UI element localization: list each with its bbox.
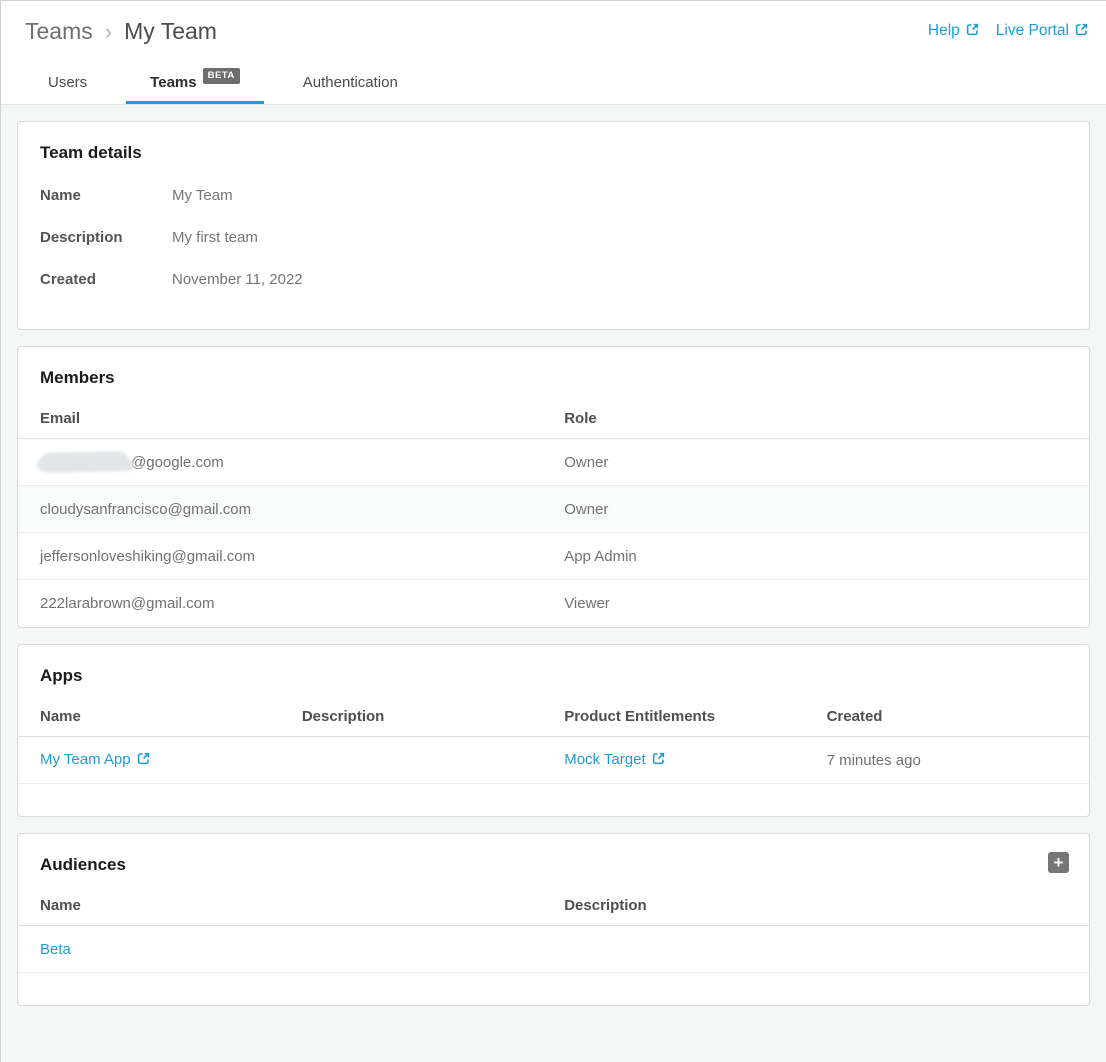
tab-authentication[interactable]: Authentication — [279, 64, 422, 104]
audiences-table-header: Name Description — [18, 881, 1089, 926]
app-link-label: My Team App — [40, 751, 131, 768]
table-row: Beta — [18, 926, 1089, 973]
column-header-description: Description — [564, 881, 1089, 925]
members-title: Members — [18, 347, 1089, 394]
team-details-title: Team details — [18, 122, 1089, 169]
app-link[interactable]: My Team App — [40, 751, 151, 768]
member-email: jeffersonloveshiking@gmail.com — [18, 548, 564, 565]
plus-icon: + — [1054, 853, 1064, 872]
beta-badge: BETA — [203, 68, 240, 84]
member-email-text: @google.com — [131, 454, 224, 471]
breadcrumb: Teams › My Team — [25, 18, 217, 45]
header-links: Help Live Portal — [928, 22, 1089, 42]
team-details-card: Team details Name My Team Description My… — [17, 121, 1090, 330]
tab-users-label: Users — [48, 74, 87, 91]
app-product-entitlements-cell: Mock Target — [564, 751, 826, 770]
page: Teams › My Team Help Live Portal Users T… — [0, 0, 1106, 1062]
app-created-cell: 7 minutes ago — [827, 752, 1089, 769]
member-email: @google.com — [18, 452, 564, 472]
audiences-table-footer — [18, 973, 1089, 1005]
audiences-title: Audiences — [18, 834, 1089, 881]
table-row: @google.com Owner — [18, 439, 1089, 486]
tab-users[interactable]: Users — [24, 64, 111, 104]
breadcrumb-teams-link[interactable]: Teams — [25, 18, 93, 45]
audience-link[interactable]: Beta — [40, 941, 71, 958]
field-row-description: Description My first team — [40, 217, 1067, 259]
column-header-description: Description — [302, 692, 564, 736]
product-entitlement-link-label: Mock Target — [564, 751, 645, 768]
field-value: November 11, 2022 — [172, 271, 303, 288]
column-header-name: Name — [18, 692, 302, 736]
redacted-text — [40, 451, 128, 473]
apps-title: Apps — [18, 645, 1089, 692]
add-audience-button[interactable]: + — [1048, 852, 1069, 873]
field-label: Created — [40, 271, 172, 288]
apps-table-header: Name Description Product Entitlements Cr… — [18, 692, 1089, 737]
external-link-icon — [136, 751, 151, 770]
field-label: Description — [40, 229, 172, 246]
field-label: Name — [40, 187, 172, 204]
apps-card: Apps Name Description Product Entitlemen… — [17, 644, 1090, 817]
table-row: jeffersonloveshiking@gmail.com App Admin — [18, 533, 1089, 580]
column-header-product-entitlements: Product Entitlements — [564, 692, 826, 736]
table-row: 222larabrown@gmail.com Viewer — [18, 580, 1089, 627]
members-table-header: Email Role — [18, 394, 1089, 439]
external-link-icon — [1074, 22, 1089, 42]
member-role: Owner — [564, 501, 1089, 518]
help-link-label: Help — [928, 22, 960, 39]
column-header-created: Created — [827, 692, 1089, 736]
apps-table-footer — [18, 784, 1089, 816]
tab-authentication-label: Authentication — [303, 74, 398, 91]
table-row: My Team App Mock Target 7 minutes ago — [18, 737, 1089, 784]
tab-bar: Users Teams BETA Authentication — [24, 64, 437, 104]
column-header-name: Name — [18, 881, 564, 925]
live-portal-link-label: Live Portal — [996, 22, 1069, 39]
member-email: 222larabrown@gmail.com — [18, 595, 564, 612]
team-details-fields: Name My Team Description My first team C… — [18, 169, 1089, 329]
tab-teams-label: Teams — [150, 74, 196, 91]
external-link-icon — [965, 22, 980, 42]
tab-teams[interactable]: Teams BETA — [126, 64, 264, 104]
help-link[interactable]: Help — [928, 22, 980, 42]
table-row: cloudysanfrancisco@gmail.com Owner — [18, 486, 1089, 533]
app-name-cell: My Team App — [18, 751, 302, 770]
field-row-created: Created November 11, 2022 — [40, 259, 1067, 301]
field-value: My Team — [172, 187, 233, 204]
page-title: My Team — [124, 18, 217, 45]
top-header: Teams › My Team Help Live Portal Users T… — [1, 1, 1106, 105]
member-role: Viewer — [564, 595, 1089, 612]
member-role: App Admin — [564, 548, 1089, 565]
audience-name-cell: Beta — [18, 941, 564, 958]
column-header-email: Email — [18, 394, 564, 438]
member-email: cloudysanfrancisco@gmail.com — [18, 501, 564, 518]
chevron-right-icon: › — [105, 19, 112, 45]
external-link-icon — [651, 751, 666, 770]
product-entitlement-link[interactable]: Mock Target — [564, 751, 665, 768]
field-value: My first team — [172, 229, 258, 246]
field-row-name: Name My Team — [40, 175, 1067, 217]
audiences-card: Audiences + Name Description Beta — [17, 833, 1090, 1006]
live-portal-link[interactable]: Live Portal — [996, 22, 1089, 42]
members-card: Members Email Role @google.com Owner clo… — [17, 346, 1090, 628]
column-header-role: Role — [564, 394, 1089, 438]
member-role: Owner — [564, 454, 1089, 471]
